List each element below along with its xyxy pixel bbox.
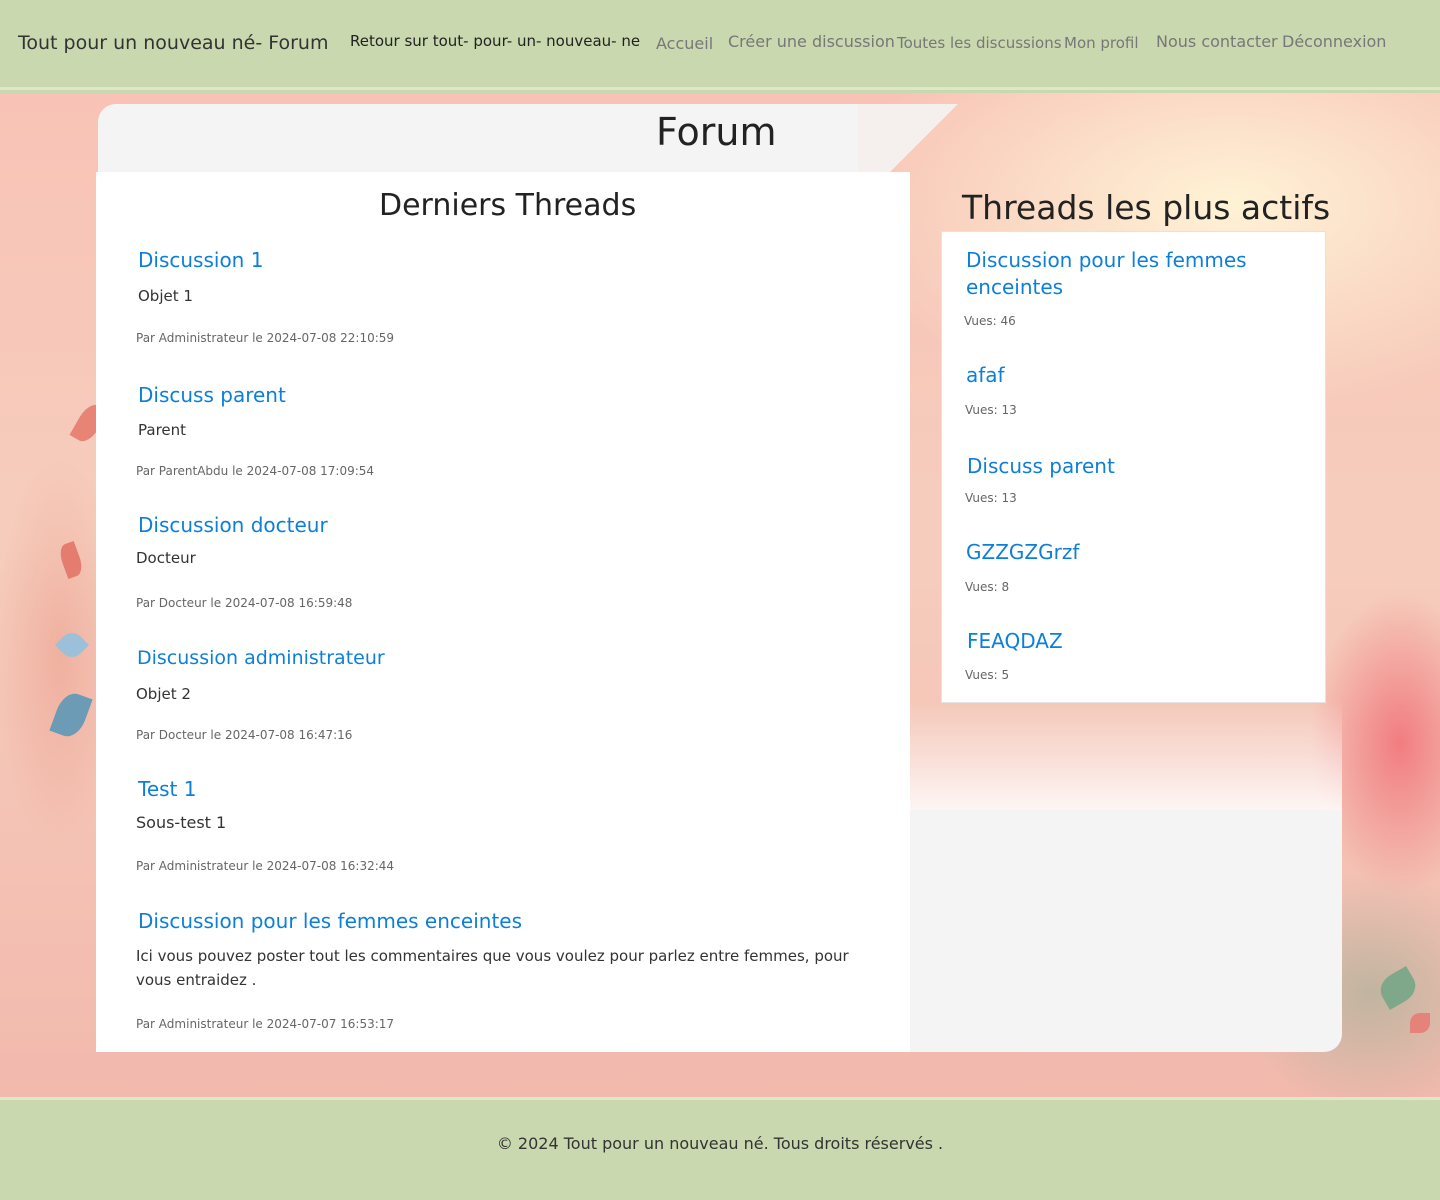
active-thread-views: Vues: 8: [965, 580, 1010, 594]
latest-threads-heading: Derniers Threads: [379, 188, 637, 223]
footer-copyright: © 2024 Tout pour un nouveau né. Tous dro…: [496, 1134, 944, 1153]
active-thread-title[interactable]: GZZGZGrzf: [966, 539, 1286, 566]
active-thread-views: Vues: 13: [965, 491, 1017, 505]
latest-thread-subject: Sous-test 1: [136, 813, 227, 832]
latest-thread-meta: Par Docteur le 2024-07-08 16:47:16: [136, 728, 353, 742]
nav-link-all-discussions[interactable]: Toutes les discussions: [897, 34, 1062, 52]
nav-link-profile[interactable]: Mon profil: [1064, 34, 1139, 52]
active-thread-title[interactable]: FEAQDAZ: [967, 628, 1287, 655]
latest-thread-subject: Ici vous pouvez poster tout les commenta…: [136, 947, 849, 989]
latest-thread-title[interactable]: Discussion pour les femmes enceintes: [138, 909, 522, 933]
latest-thread-subject: Parent: [138, 421, 187, 439]
active-thread-title[interactable]: Discussion pour les femmes enceintes: [966, 247, 1286, 301]
right-column-fade: [910, 700, 1342, 810]
latest-thread-meta: Par Administrateur le 2024-07-08 16:32:4…: [136, 859, 395, 873]
latest-thread-subject: Docteur: [136, 549, 196, 567]
leaf-decoration: [55, 628, 89, 662]
latest-thread-title[interactable]: Discuss parent: [138, 383, 286, 407]
active-thread-title[interactable]: afaf: [966, 362, 1286, 389]
nav-link-logout[interactable]: Déconnexion: [1282, 32, 1386, 51]
active-thread-views: Vues: 5: [965, 668, 1010, 682]
leaf-decoration: [49, 689, 93, 741]
page-title: Forum: [656, 110, 777, 154]
latest-thread-title[interactable]: Test 1: [138, 777, 196, 801]
nav-link-contact[interactable]: Nous contacter: [1156, 32, 1278, 51]
latest-thread-meta: Par Administrateur le 2024-07-07 16:53:1…: [136, 1017, 395, 1031]
leaf-decoration: [56, 540, 86, 580]
site-brand[interactable]: Tout pour un nouveau né- Forum: [18, 32, 328, 54]
right-column-panel: [910, 810, 1342, 1052]
active-thread-views: Vues: 46: [964, 314, 1016, 328]
active-threads-heading: Threads les plus actifs: [962, 188, 1331, 227]
latest-thread-meta: Par Administrateur le 2024-07-08 22:10:5…: [136, 331, 395, 345]
latest-thread-title[interactable]: Discussion docteur: [138, 513, 328, 537]
leaf-decoration: [1374, 966, 1422, 1010]
nav-link-back[interactable]: Retour sur tout- pour- un- nouveau- ne: [350, 32, 640, 50]
nav-link-home[interactable]: Accueil: [656, 34, 713, 53]
active-thread-views: Vues: 13: [965, 403, 1017, 417]
top-navbar: Tout pour un nouveau né- Forum Retour su…: [0, 0, 1440, 90]
latest-thread-title[interactable]: Discussion 1: [138, 248, 263, 272]
latest-thread-title[interactable]: Discussion administrateur: [137, 647, 385, 669]
latest-thread-subject: Objet 2: [136, 685, 191, 703]
leaf-decoration: [1410, 1013, 1430, 1033]
active-thread-title[interactable]: Discuss parent: [967, 453, 1287, 480]
nav-link-create-discussion[interactable]: Créer une discussion: [728, 32, 895, 51]
latest-thread-meta: Par Docteur le 2024-07-08 16:59:48: [136, 596, 353, 610]
latest-thread-subject: Objet 1: [138, 287, 193, 305]
latest-thread-meta: Par ParentAbdu le 2024-07-08 17:09:54: [136, 464, 375, 478]
